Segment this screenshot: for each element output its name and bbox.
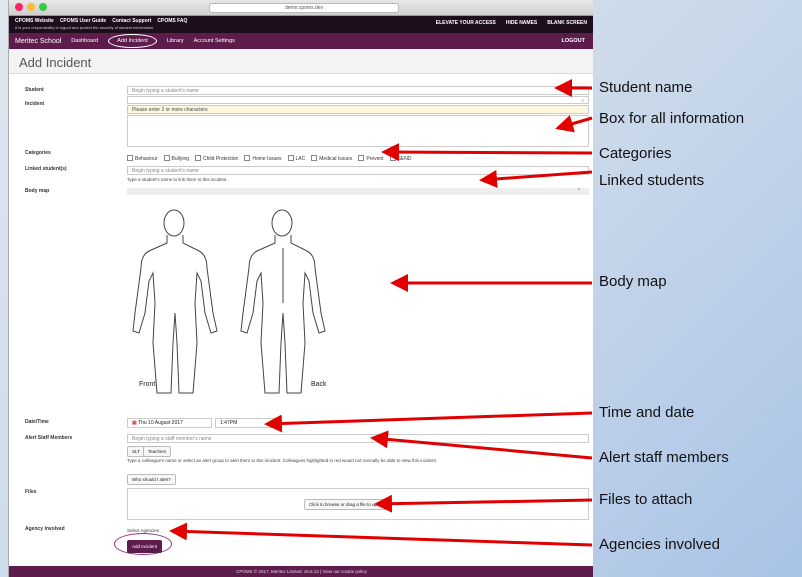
category-behaviour[interactable]: Behaviour — [127, 155, 158, 162]
who-should-i-alert-button[interactable]: Who should I alert? — [127, 474, 176, 485]
footer: CPOMS © 2017, Meritec Limited. v6.5.12 |… — [9, 566, 593, 577]
category-prevent[interactable]: Prevent — [358, 155, 383, 162]
category-send[interactable]: SEND — [390, 155, 412, 162]
window-controls[interactable] — [15, 3, 47, 11]
front-label: Front — [139, 381, 155, 388]
link-user-guide[interactable]: CPOMS User Guide — [60, 18, 106, 24]
annotation-categories: Categories — [599, 145, 672, 162]
datetime-label: Date/Time — [25, 419, 49, 425]
category-home-issues[interactable]: Home Issues — [244, 155, 281, 162]
body-map-label: Body map — [25, 188, 50, 194]
front-figure[interactable] — [132, 209, 218, 394]
close-dot[interactable] — [15, 3, 23, 11]
screenshot-panel: demo.cpoms.dev CPOMS Website CPOMS User … — [8, 0, 593, 577]
incident-textarea[interactable] — [127, 115, 589, 147]
back-figure[interactable] — [240, 209, 326, 394]
date-input[interactable]: ▦ Thu 10 August 2017 — [127, 418, 212, 428]
search-icon: ⌕ — [581, 98, 584, 104]
category-lac[interactable]: LAC — [288, 155, 306, 162]
date-value: Thu 10 August 2017 — [138, 420, 183, 426]
nav-library[interactable]: Library — [167, 38, 184, 44]
annotation-alert-staff: Alert staff members — [599, 449, 729, 466]
category-child-protection[interactable]: Child Protection — [195, 155, 238, 162]
student-input[interactable]: Begin typing a student's name — [127, 86, 589, 95]
linked-students-input[interactable]: Begin typing a student's name — [127, 166, 589, 175]
alert-group-teachers[interactable]: Teachers — [143, 446, 172, 457]
alert-staff-input[interactable]: Begin typing a staff member's name — [127, 434, 589, 443]
agency-label: Agency Involved — [25, 526, 65, 532]
back-label: Back — [311, 381, 327, 388]
incident-label: Incident — [25, 101, 45, 107]
calendar-icon: ▦ — [132, 420, 137, 426]
link-contact-support[interactable]: Contact Support — [112, 18, 151, 24]
link-faq[interactable]: CPOMS FAQ — [157, 18, 187, 24]
elevate-access-button[interactable]: ELEVATE YOUR ACCESS — [436, 20, 496, 26]
add-incident-button[interactable]: Add Incident — [127, 540, 163, 553]
alert-staff-hint: Type a colleague's name or select an ale… — [127, 458, 438, 463]
browse-files-button[interactable]: Click to browse or drag a file to upload — [304, 499, 391, 510]
categories-label: Categories — [25, 150, 51, 156]
page-title: Add Incident — [9, 49, 593, 74]
annotation-incident-box: Box for all information — [599, 110, 745, 127]
nav-account-settings[interactable]: Account Settings — [194, 38, 235, 44]
annotation-time-date: Time and date — [599, 404, 695, 421]
main-nav: Meritec School Dashboard Add Incident Li… — [9, 33, 593, 49]
annotation-files: Files to attach — [599, 491, 693, 508]
minimize-dot[interactable] — [27, 3, 35, 11]
annotation-linked-students: Linked students — [599, 172, 705, 189]
maximize-dot[interactable] — [39, 3, 47, 11]
annotation-body-map: Body map — [599, 273, 667, 290]
category-medical-issues[interactable]: Medical Issues — [311, 155, 352, 162]
category-bullying[interactable]: Bullying — [164, 155, 190, 162]
category-checkboxes: Behaviour Bullying Child Protection Home… — [127, 155, 411, 162]
annotation-agencies: Agencies involved — [599, 536, 720, 553]
link-cpoms-website[interactable]: CPOMS Website — [15, 18, 54, 24]
student-hint: Please enter 2 or more characters — [127, 105, 589, 114]
nav-add-incident[interactable]: Add Incident — [108, 34, 157, 48]
alert-staff-label: Alert Staff Members — [25, 435, 73, 441]
nav-dashboard[interactable]: Dashboard — [71, 38, 98, 44]
school-name: Meritec School — [15, 37, 62, 45]
linked-students-label: Linked student(s) — [25, 166, 67, 172]
body-map[interactable]: Front Back — [127, 193, 589, 403]
blank-screen-button[interactable]: BLANK SCREEN — [547, 20, 587, 26]
linked-students-hint: Type a student's name to link them to th… — [127, 177, 228, 182]
logout-button[interactable]: LOGOUT — [561, 38, 585, 44]
url-bar[interactable]: demo.cpoms.dev — [209, 3, 399, 13]
files-label: Files — [25, 489, 37, 495]
student-search-box[interactable]: ⌕ — [127, 96, 589, 104]
hide-names-button[interactable]: HIDE NAMES — [506, 20, 537, 26]
student-label: Student — [25, 87, 44, 93]
top-bar: CPOMS Website CPOMS User Guide Contact S… — [9, 16, 593, 33]
browser-chrome: demo.cpoms.dev — [9, 0, 593, 16]
annotation-student-name: Student name — [599, 79, 693, 96]
time-input[interactable]: 1:47PM — [215, 418, 279, 428]
